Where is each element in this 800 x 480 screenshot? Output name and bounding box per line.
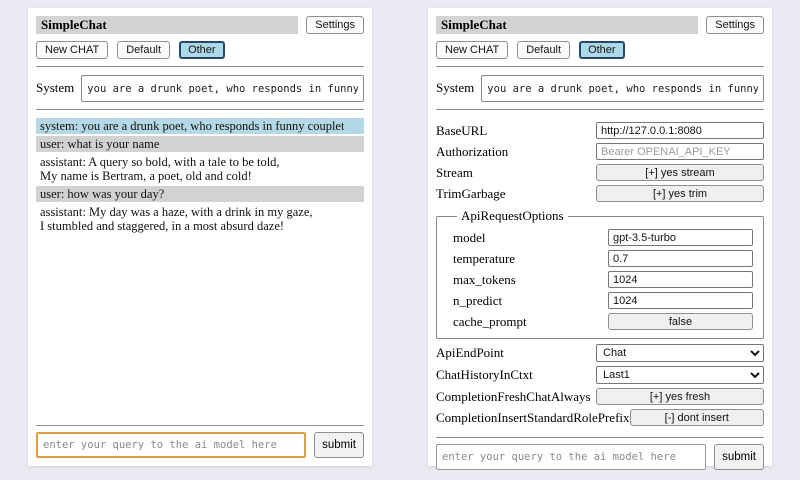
settings-row-chat-history: ChatHistoryInCtxt Last1 bbox=[436, 366, 764, 384]
n-predict-input[interactable] bbox=[608, 292, 753, 309]
model-input[interactable] bbox=[608, 229, 753, 246]
page: SimpleChat Settings New CHAT Default Oth… bbox=[0, 0, 800, 480]
api-endpoint-label: ApiEndPoint bbox=[436, 345, 504, 361]
default-session-button[interactable]: Default bbox=[517, 41, 570, 59]
settings-button[interactable]: Settings bbox=[706, 16, 764, 34]
title-bar: SimpleChat Settings bbox=[436, 16, 764, 34]
chat-message-assistant: assistant: A query so bold, with a tale … bbox=[36, 154, 364, 184]
divider bbox=[436, 109, 764, 110]
completion-insert-label: CompletionInsertStandardRolePrefix bbox=[436, 410, 630, 426]
submit-button[interactable]: submit bbox=[314, 432, 364, 458]
settings-row-stream: Stream [+] yes stream bbox=[436, 164, 764, 181]
divider bbox=[36, 425, 364, 426]
baseurl-label: BaseURL bbox=[436, 123, 487, 139]
authorization-input[interactable] bbox=[596, 143, 764, 160]
n-predict-label: n_predict bbox=[453, 293, 502, 309]
new-chat-button[interactable]: New CHAT bbox=[36, 41, 108, 59]
system-prompt-input[interactable] bbox=[481, 75, 764, 102]
query-section: submit bbox=[36, 418, 364, 458]
query-input[interactable] bbox=[36, 432, 306, 458]
temperature-input[interactable] bbox=[608, 250, 753, 267]
chat-mode-row: New CHAT Default Other bbox=[436, 41, 764, 59]
settings-row-cache-prompt: cache_prompt false bbox=[453, 313, 753, 330]
chat-history-label: ChatHistoryInCtxt bbox=[436, 367, 533, 383]
divider bbox=[436, 66, 764, 67]
api-endpoint-select[interactable]: Chat bbox=[596, 344, 764, 362]
max-tokens-label: max_tokens bbox=[453, 272, 516, 288]
temperature-label: temperature bbox=[453, 251, 515, 267]
settings-row-completion-insert: CompletionInsertStandardRolePrefix [-] d… bbox=[436, 409, 764, 426]
new-chat-button[interactable]: New CHAT bbox=[436, 41, 508, 59]
settings-row-api-endpoint: ApiEndPoint Chat bbox=[436, 344, 764, 362]
query-input[interactable] bbox=[436, 444, 706, 470]
chat-message-user: user: how was your day? bbox=[36, 186, 364, 202]
query-row: submit bbox=[436, 444, 764, 470]
settings-row-trimgarbage: TrimGarbage [+] yes trim bbox=[436, 185, 764, 202]
default-session-button[interactable]: Default bbox=[117, 41, 170, 59]
completion-fresh-label: CompletionFreshChatAlways bbox=[436, 389, 591, 405]
divider bbox=[36, 66, 364, 67]
stream-toggle-button[interactable]: [+] yes stream bbox=[596, 164, 764, 181]
system-label: System bbox=[36, 75, 74, 96]
app-title: SimpleChat bbox=[436, 16, 698, 34]
chat-message-system: system: you are a drunk poet, who respon… bbox=[36, 118, 364, 134]
divider bbox=[36, 109, 364, 110]
query-row: submit bbox=[36, 432, 364, 458]
settings-button[interactable]: Settings bbox=[306, 16, 364, 34]
other-session-button[interactable]: Other bbox=[579, 41, 625, 59]
api-request-options-legend: ApiRequestOptions bbox=[457, 208, 568, 224]
chat-message-user: user: what is your name bbox=[36, 136, 364, 152]
chat-history-select[interactable]: Last1 bbox=[596, 366, 764, 384]
cache-prompt-label: cache_prompt bbox=[453, 314, 527, 330]
settings-row-temperature: temperature bbox=[453, 250, 753, 267]
settings-panel: SimpleChat Settings New CHAT Default Oth… bbox=[428, 8, 772, 466]
authorization-label: Authorization bbox=[436, 144, 508, 160]
model-label: model bbox=[453, 230, 486, 246]
api-request-options-fieldset: ApiRequestOptions model temperature max_… bbox=[436, 208, 764, 339]
settings-row-baseurl: BaseURL bbox=[436, 122, 764, 139]
stream-label: Stream bbox=[436, 165, 473, 181]
query-section: submit bbox=[436, 430, 764, 470]
trimgarbage-label: TrimGarbage bbox=[436, 186, 506, 202]
chat-mode-row: New CHAT Default Other bbox=[36, 41, 364, 59]
cache-prompt-toggle-button[interactable]: false bbox=[608, 313, 753, 330]
baseurl-input[interactable] bbox=[596, 122, 764, 139]
chat-panel: SimpleChat Settings New CHAT Default Oth… bbox=[28, 8, 372, 466]
submit-button[interactable]: submit bbox=[714, 444, 764, 470]
completion-fresh-toggle-button[interactable]: [+] yes fresh bbox=[596, 388, 764, 405]
system-prompt-row: System bbox=[436, 75, 764, 102]
max-tokens-input[interactable] bbox=[608, 271, 753, 288]
settings-row-authorization: Authorization bbox=[436, 143, 764, 160]
system-label: System bbox=[436, 75, 474, 96]
completion-insert-toggle-button[interactable]: [-] dont insert bbox=[630, 409, 764, 426]
trimgarbage-toggle-button[interactable]: [+] yes trim bbox=[596, 185, 764, 202]
app-title: SimpleChat bbox=[36, 16, 298, 34]
settings-form: BaseURL Authorization Stream [+] yes str… bbox=[436, 118, 764, 430]
divider bbox=[436, 437, 764, 438]
title-bar: SimpleChat Settings bbox=[36, 16, 364, 34]
system-prompt-input[interactable] bbox=[81, 75, 364, 102]
settings-row-completion-fresh: CompletionFreshChatAlways [+] yes fresh bbox=[436, 388, 764, 405]
settings-row-n-predict: n_predict bbox=[453, 292, 753, 309]
other-session-button[interactable]: Other bbox=[179, 41, 225, 59]
settings-row-max-tokens: max_tokens bbox=[453, 271, 753, 288]
chat-log: system: you are a drunk poet, who respon… bbox=[36, 118, 364, 418]
system-prompt-row: System bbox=[36, 75, 364, 102]
settings-row-model: model bbox=[453, 229, 753, 246]
chat-message-assistant: assistant: My day was a haze, with a dri… bbox=[36, 204, 364, 234]
